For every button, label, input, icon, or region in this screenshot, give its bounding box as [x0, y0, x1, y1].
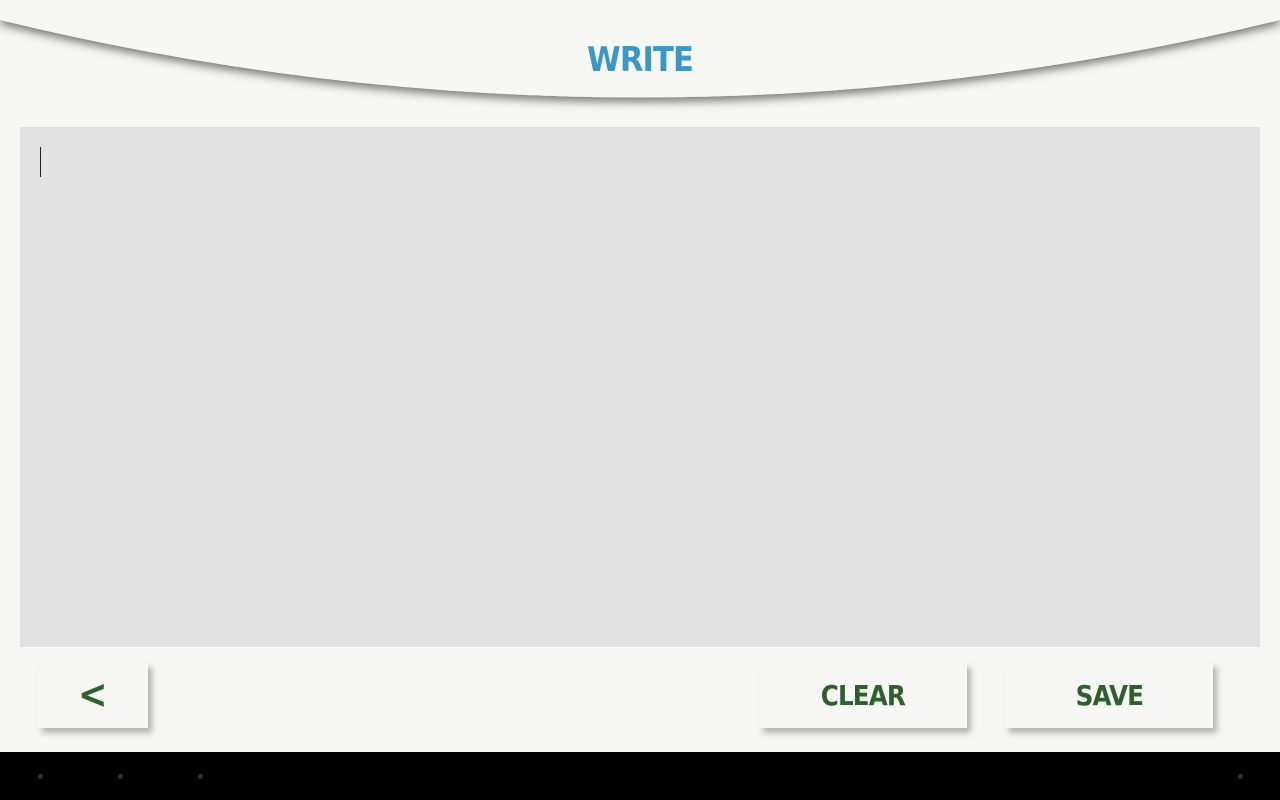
app-screen: WRITE < CLEAR SAVE — [0, 0, 1280, 752]
nav-recents-icon[interactable] — [198, 774, 203, 779]
system-nav-bar — [0, 752, 1280, 800]
nav-back-icon[interactable] — [38, 774, 43, 779]
save-button-label: SAVE — [1075, 678, 1143, 712]
chevron-left-icon: < — [78, 672, 108, 718]
clear-button-label: CLEAR — [820, 678, 906, 712]
clear-button[interactable]: CLEAR — [759, 662, 967, 728]
back-button[interactable]: < — [38, 662, 148, 728]
text-editor[interactable] — [20, 127, 1260, 647]
page-title: WRITE — [586, 40, 694, 80]
nav-home-icon[interactable] — [118, 774, 123, 779]
nav-menu-icon[interactable] — [1238, 774, 1243, 779]
save-button[interactable]: SAVE — [1005, 662, 1213, 728]
text-cursor — [40, 147, 41, 177]
